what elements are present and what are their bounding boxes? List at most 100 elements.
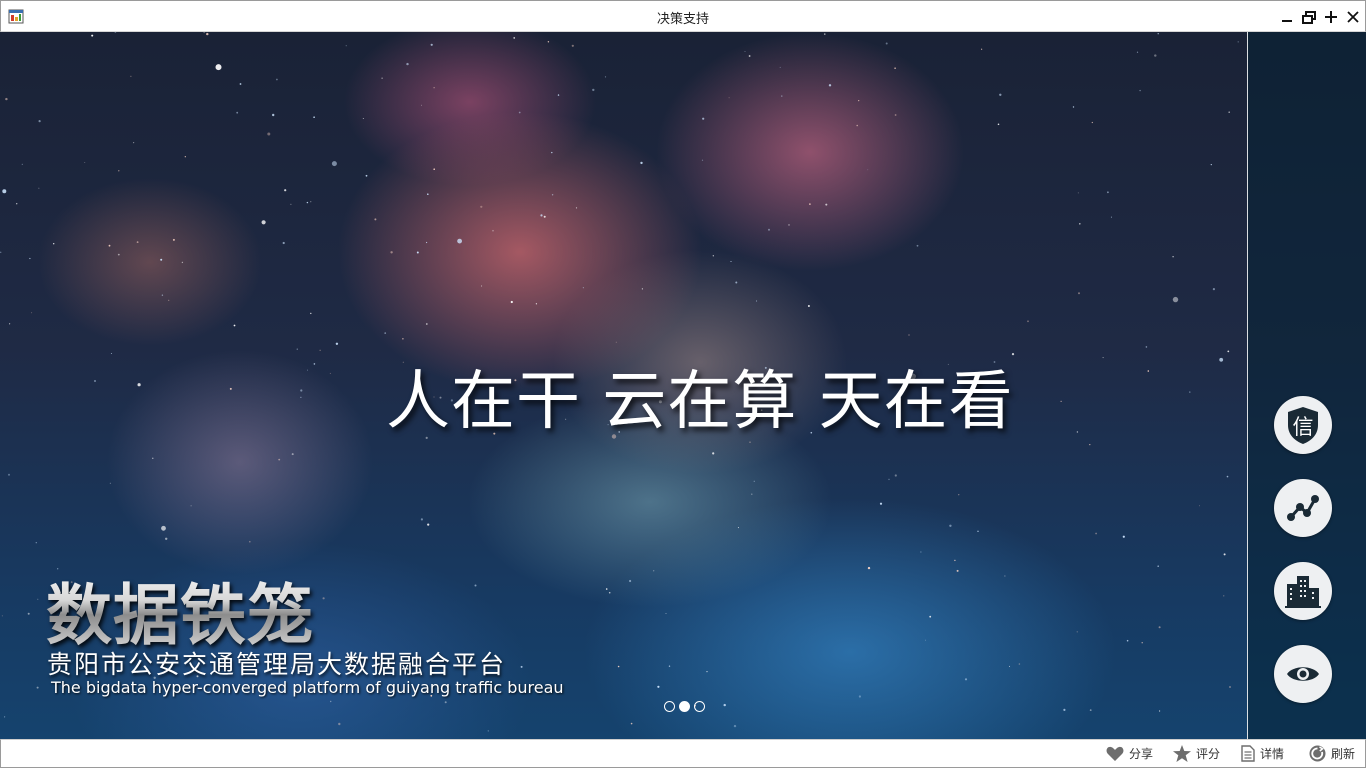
star bbox=[114, 32, 117, 33]
star bbox=[35, 542, 37, 544]
star bbox=[702, 117, 705, 120]
plus-icon bbox=[1325, 11, 1337, 23]
star bbox=[640, 161, 643, 165]
star bbox=[867, 169, 869, 171]
star bbox=[779, 66, 781, 68]
star bbox=[543, 215, 546, 218]
star bbox=[825, 203, 828, 206]
star bbox=[1237, 41, 1239, 43]
star bbox=[1229, 686, 1231, 688]
star bbox=[31, 312, 33, 314]
star bbox=[233, 324, 236, 327]
xin-shield-icon: 信 bbox=[1288, 407, 1318, 444]
star bbox=[313, 363, 316, 365]
star bbox=[653, 570, 655, 572]
maximize-button[interactable] bbox=[1321, 7, 1341, 27]
star bbox=[37, 598, 39, 600]
star bbox=[181, 261, 184, 264]
network-button[interactable] bbox=[1274, 479, 1332, 537]
star bbox=[1079, 223, 1081, 225]
star bbox=[374, 218, 377, 221]
star bbox=[38, 187, 40, 189]
close-icon bbox=[1347, 11, 1359, 23]
star bbox=[406, 62, 409, 66]
minimize-button[interactable] bbox=[1277, 7, 1297, 27]
star bbox=[136, 241, 139, 244]
buildings-icon bbox=[1285, 576, 1321, 608]
star bbox=[1009, 665, 1010, 667]
detail-label: 详情 bbox=[1260, 747, 1285, 761]
heart-icon bbox=[1106, 746, 1124, 761]
star bbox=[744, 51, 746, 52]
star bbox=[1072, 106, 1075, 108]
star bbox=[1154, 54, 1157, 57]
star bbox=[629, 579, 632, 583]
star bbox=[735, 281, 738, 284]
carousel-dot[interactable] bbox=[694, 701, 705, 712]
buildings-button[interactable] bbox=[1274, 562, 1332, 620]
logo-title: 数据铁笼 bbox=[46, 562, 314, 658]
refresh-button[interactable]: 刷新 bbox=[1309, 745, 1355, 762]
star bbox=[206, 32, 209, 36]
star bbox=[27, 612, 30, 615]
star bbox=[828, 84, 832, 87]
star bbox=[249, 540, 251, 543]
star bbox=[282, 241, 285, 245]
star bbox=[425, 323, 428, 325]
star bbox=[1223, 595, 1225, 597]
star bbox=[433, 87, 435, 89]
star bbox=[284, 189, 287, 192]
share-button[interactable]: 分享 bbox=[1106, 745, 1153, 762]
close-button[interactable] bbox=[1343, 7, 1363, 27]
star bbox=[557, 94, 560, 96]
star bbox=[16, 203, 18, 205]
star bbox=[954, 559, 956, 562]
star bbox=[4, 716, 6, 718]
star bbox=[291, 453, 294, 456]
star bbox=[867, 566, 871, 570]
credit-button[interactable]: 信 bbox=[1274, 396, 1332, 454]
star bbox=[1223, 553, 1226, 556]
star bbox=[1076, 431, 1079, 433]
star bbox=[608, 591, 611, 594]
star bbox=[160, 258, 163, 261]
star bbox=[300, 389, 303, 392]
star bbox=[964, 678, 968, 681]
star bbox=[1027, 320, 1029, 323]
star bbox=[894, 67, 896, 69]
star bbox=[261, 220, 266, 225]
star bbox=[365, 174, 368, 177]
star bbox=[723, 703, 726, 707]
hero-banner: 人在干 云在算 天在看 数据铁笼 贵阳市公安交通管理局大数据融合平台 The b… bbox=[0, 32, 1366, 739]
detail-button[interactable]: 详情 bbox=[1241, 745, 1284, 762]
star bbox=[858, 695, 862, 698]
watch-button[interactable] bbox=[1274, 645, 1332, 703]
star bbox=[94, 380, 96, 382]
carousel-dot-active[interactable] bbox=[679, 701, 690, 712]
restore-icon bbox=[1302, 10, 1316, 24]
star bbox=[592, 88, 595, 92]
star bbox=[290, 203, 292, 205]
star bbox=[1004, 575, 1006, 577]
star bbox=[109, 482, 111, 484]
star bbox=[999, 93, 1002, 96]
star bbox=[118, 170, 120, 172]
star bbox=[481, 285, 483, 287]
star bbox=[513, 37, 515, 39]
star bbox=[184, 156, 186, 158]
star bbox=[161, 294, 164, 296]
star bbox=[701, 159, 704, 161]
star bbox=[1018, 663, 1021, 665]
document-icon bbox=[1241, 745, 1255, 762]
star bbox=[152, 457, 154, 459]
rate-button[interactable]: 评分 bbox=[1173, 745, 1220, 762]
star bbox=[307, 369, 308, 371]
star bbox=[322, 597, 325, 600]
carousel-dot[interactable] bbox=[664, 701, 675, 712]
star bbox=[1077, 192, 1079, 194]
restore-button[interactable] bbox=[1299, 7, 1319, 27]
xin-glyph: 信 bbox=[1293, 415, 1314, 439]
star bbox=[444, 701, 447, 704]
star bbox=[474, 584, 477, 587]
star bbox=[706, 671, 708, 673]
